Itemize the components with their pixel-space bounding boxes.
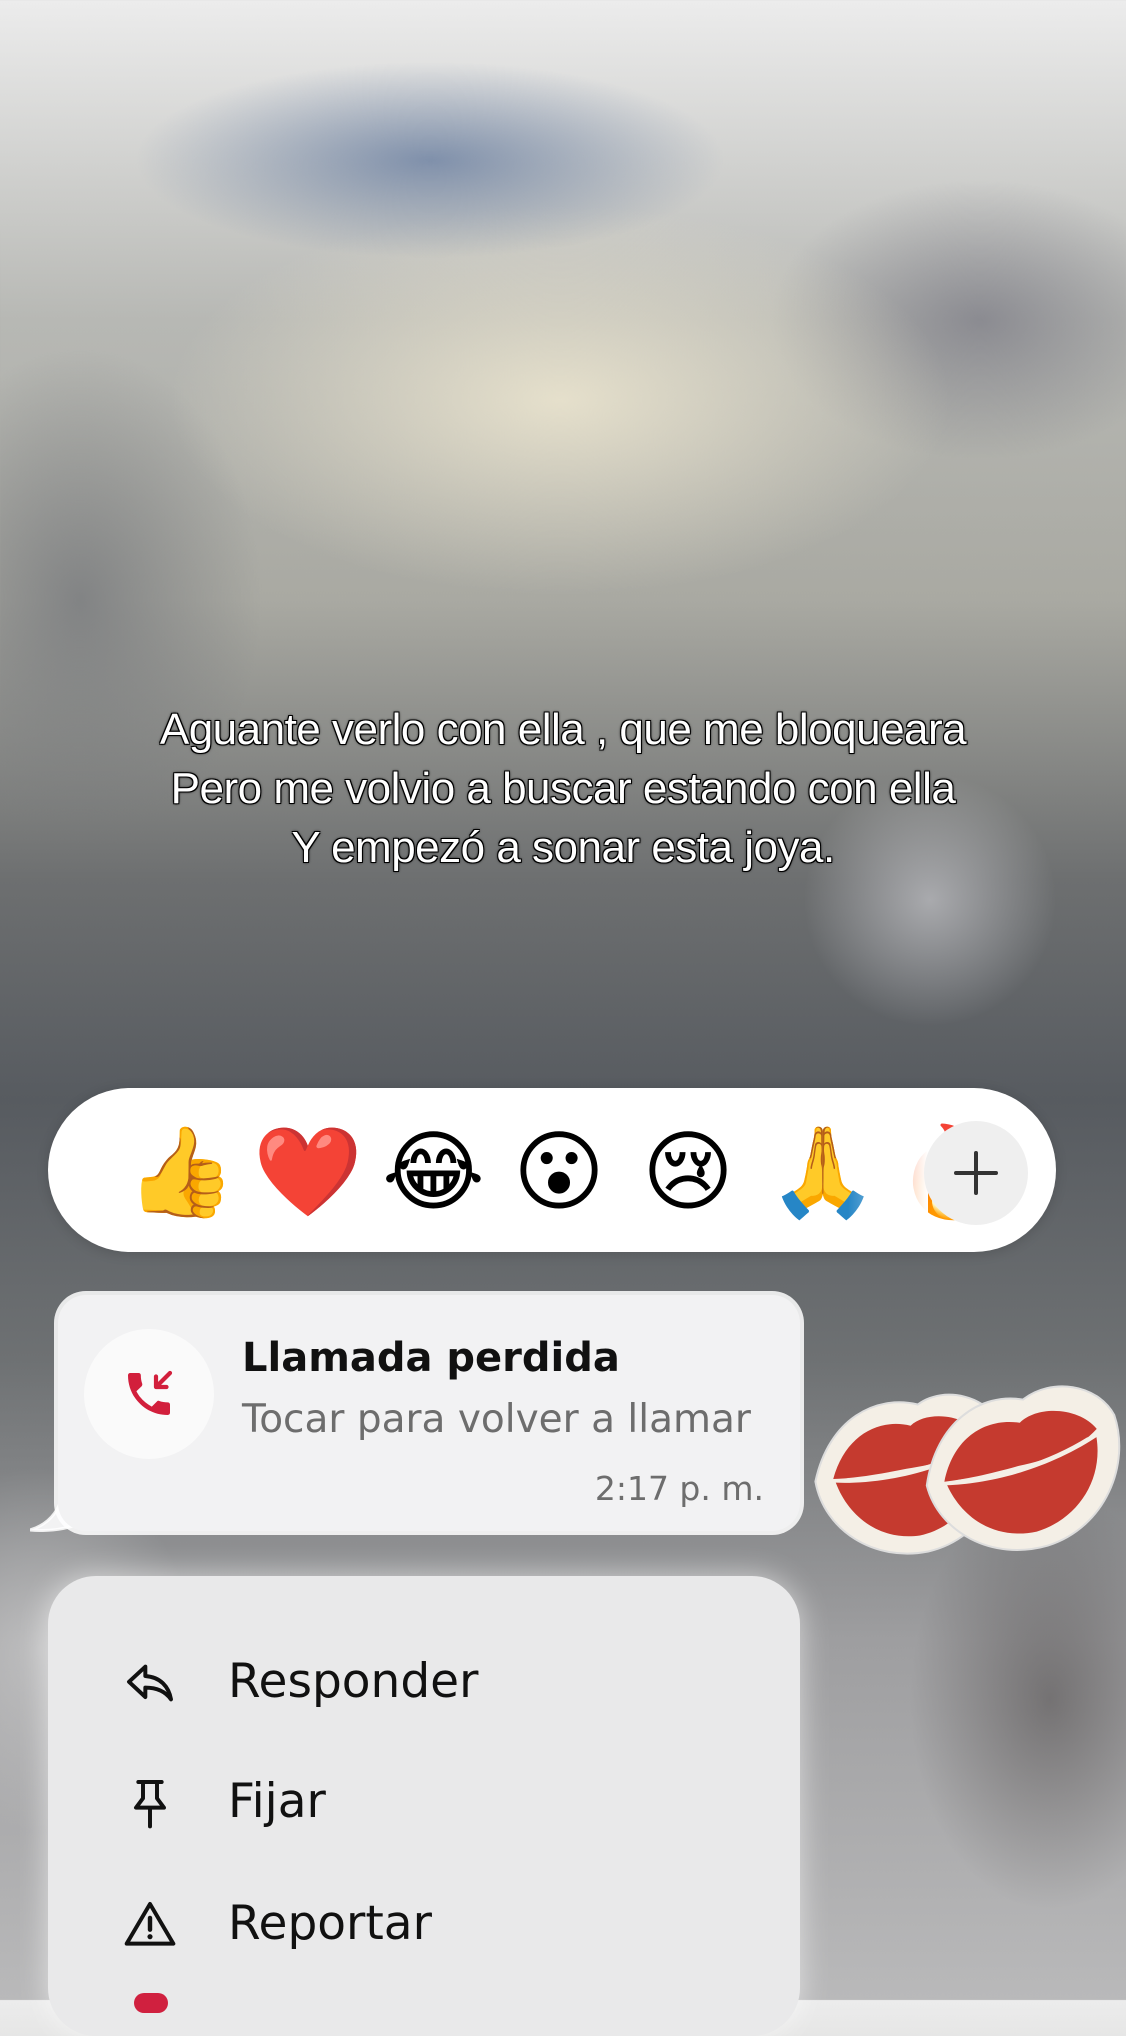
pin-icon bbox=[134, 1780, 166, 1829]
call-icon-wrapper bbox=[84, 1329, 214, 1459]
reaction-thumbs-up[interactable]: 👍 bbox=[126, 1124, 236, 1220]
caption-line-1: Aguante verlo con ella , que me bloquear… bbox=[159, 705, 967, 754]
plus-icon bbox=[954, 1151, 998, 1195]
message-context-menu: Responder Fijar Reportar bbox=[48, 1576, 800, 2036]
reaction-bar: 👍 ❤️ 😂 😮 😢 🙏 🔥 bbox=[48, 1088, 1056, 1252]
menu-item-reply[interactable]: Responder bbox=[48, 1628, 800, 1738]
message-subtitle: Tocar para volver a llamar bbox=[242, 1397, 751, 1442]
menu-label-pin: Fijar bbox=[228, 1774, 326, 1829]
lips-sticker bbox=[814, 1385, 1121, 1555]
video-caption: Aguante verlo con ella , que me bloquear… bbox=[40, 700, 1086, 877]
missed-call-icon bbox=[128, 1370, 173, 1415]
caption-line-2: Pero me volvio a buscar estando con ella bbox=[170, 764, 956, 813]
message-title: Llamada perdida bbox=[242, 1335, 620, 1381]
reaction-fade bbox=[848, 1088, 928, 1252]
message-timestamp: 2:17 p. m. bbox=[594, 1469, 764, 1508]
caption-line-3: Y empezó a sonar esta joya. bbox=[291, 823, 835, 872]
more-reactions-button[interactable] bbox=[924, 1121, 1028, 1225]
reaction-sad[interactable]: 😢 bbox=[640, 1124, 736, 1220]
menu-item-pin[interactable]: Fijar bbox=[48, 1748, 800, 1858]
report-icon bbox=[124, 1902, 176, 1946]
reaction-laugh[interactable]: 😂 bbox=[382, 1124, 485, 1220]
reaction-heart[interactable]: ❤️ bbox=[253, 1124, 363, 1220]
reaction-wow[interactable]: 😮 bbox=[511, 1124, 607, 1220]
reply-icon bbox=[127, 1664, 173, 1702]
menu-item-report[interactable]: Reportar bbox=[48, 1870, 800, 1980]
menu-label-reply: Responder bbox=[228, 1654, 479, 1709]
next-menu-icon-peek bbox=[134, 1993, 168, 2013]
menu-label-report: Reportar bbox=[228, 1896, 432, 1951]
missed-call-message[interactable]: Llamada perdida Tocar para volver a llam… bbox=[58, 1295, 800, 1531]
